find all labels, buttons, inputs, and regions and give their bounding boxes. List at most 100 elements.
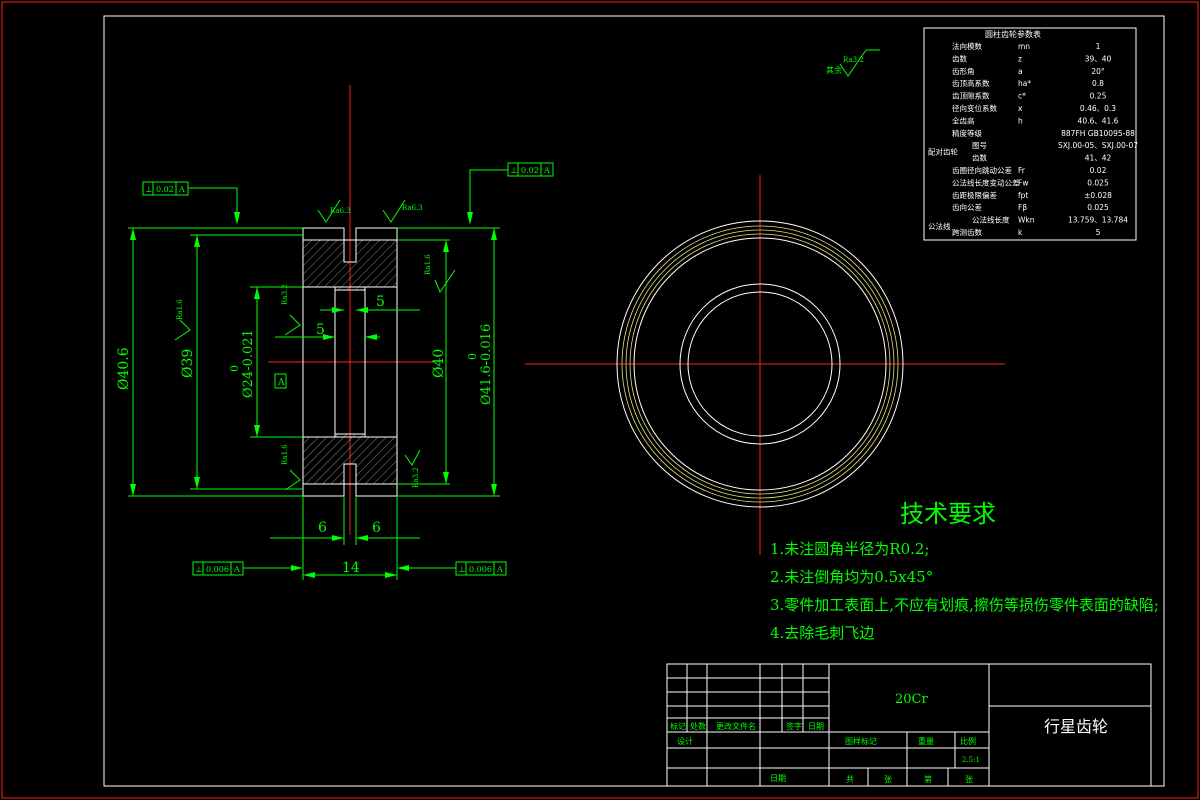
svg-text:z: z [1018, 54, 1022, 63]
svg-text:0.025: 0.025 [1087, 178, 1109, 187]
param-row: 精度等级 887FH GB10095-88 [952, 128, 1135, 138]
svg-text:A: A [178, 185, 185, 194]
svg-text:h: h [1018, 116, 1023, 125]
svg-text:A: A [496, 565, 503, 574]
dim-d41-6: Ø41.6-0.016 [479, 324, 494, 405]
svg-text:0.006: 0.006 [469, 565, 492, 574]
svg-text:签字: 签字 [786, 721, 802, 731]
svg-text:全齿高: 全齿高 [952, 115, 975, 125]
svg-text:共: 共 [846, 775, 854, 784]
svg-text:齿向公差: 齿向公差 [952, 202, 982, 212]
cad-drawing: Ø40.6 Ø39 Ø24-0.021 0 A Ø40 Ø41.6-0.016 [1, 1, 1199, 799]
svg-text:0.46、0.3: 0.46、0.3 [1080, 104, 1116, 113]
param-row: 齿形角 a 20° [952, 66, 1105, 76]
svg-text:圆柱齿轮参数表: 圆柱齿轮参数表 [985, 29, 1041, 39]
param-row: 齿圈径向跳动公差 Fr 0.02 [952, 165, 1107, 175]
dim-width-5a: 5 [316, 322, 325, 338]
svg-text:Ra1.6: Ra1.6 [281, 444, 289, 465]
roughness-note: Ra3.2 其余 [826, 49, 880, 77]
svg-text:齿圈径向跳动公差: 齿圈径向跳动公差 [952, 165, 1012, 175]
tol-frame-bottom-right: ⊥ 0.006 A [397, 561, 507, 576]
svg-text:Ra3.2: Ra3.2 [281, 284, 289, 305]
svg-text:日期: 日期 [808, 722, 824, 731]
svg-text:Ra1.6: Ra1.6 [424, 254, 432, 275]
svg-text:公法线长度变动公差: 公法线长度变动公差 [952, 177, 1020, 187]
param-row: 齿数 z 39、40 [952, 53, 1112, 63]
svg-text:齿顶高系数: 齿顶高系数 [952, 78, 990, 88]
param-row: 径向变位系数 x 0.46、0.3 [952, 103, 1116, 113]
svg-text:41、42: 41、42 [1085, 154, 1112, 163]
svg-text:fpt: fpt [1018, 191, 1028, 200]
tech-requirements: 技术要求 1.未注圆角半径为R0.2; 2.未注倒角均为0.5x45° 3.零件… [770, 500, 1159, 642]
tech-item-4: 4.去除毛刺飞边 [770, 624, 874, 642]
dim-d41-6-sup: 0 [466, 353, 479, 360]
svg-text:39、40: 39、40 [1085, 54, 1112, 63]
svg-text:齿顶隙系数: 齿顶隙系数 [952, 91, 990, 101]
svg-text:Ra6.3: Ra6.3 [402, 204, 423, 212]
dim-d39: Ø39 [180, 349, 196, 378]
svg-text:齿距极限偏差: 齿距极限偏差 [952, 190, 997, 200]
svg-text:0.25: 0.25 [1090, 92, 1107, 101]
tol-frame-top-right: ⊥ 0.02 A [467, 162, 554, 225]
svg-text:k: k [1018, 228, 1023, 237]
svg-text:0.025: 0.025 [1087, 203, 1109, 212]
svg-text:第: 第 [924, 774, 932, 784]
svg-text:标记: 标记 [670, 721, 686, 731]
svg-text:c*: c* [1018, 92, 1026, 101]
svg-text:日期: 日期 [770, 774, 786, 783]
param-row: 公法线长度 Wkn 13.759、13.784 [972, 215, 1128, 225]
svg-text:精度等级: 精度等级 [952, 128, 982, 138]
svg-text:⊥: ⊥ [145, 185, 153, 194]
svg-text:0.02: 0.02 [521, 166, 539, 175]
svg-text:⊥: ⊥ [458, 565, 466, 574]
svg-text:1: 1 [1096, 42, 1101, 51]
svg-text:法向模数: 法向模数 [952, 41, 982, 51]
dim-width-5b: 5 [376, 294, 385, 310]
param-row: 齿向公差 Fβ 0.025 [952, 202, 1109, 212]
svg-text:Wkn: Wkn [1018, 216, 1035, 225]
param-row: 法向模数 mn 1 [952, 41, 1101, 51]
param-row: 齿顶高系数 ha* 0.8 [952, 78, 1104, 88]
svg-text:Ra3.2: Ra3.2 [412, 467, 420, 488]
svg-text:比例: 比例 [960, 736, 976, 746]
dim-d24: Ø24-0.021 [241, 329, 256, 398]
param-row: 图号 SXJ.00-05、SXJ.00-07 [972, 141, 1138, 150]
svg-text:A: A [233, 565, 240, 574]
svg-text:张: 张 [965, 775, 973, 784]
svg-text:20°: 20° [1091, 67, 1105, 76]
param-row: 齿顶隙系数 c* 0.25 [952, 91, 1107, 101]
svg-text:重量: 重量 [918, 736, 934, 746]
svg-text:2.5:1: 2.5:1 [962, 756, 980, 764]
dim-d24-sup: 0 [228, 365, 241, 372]
front-view [525, 175, 1005, 555]
svg-text:0.006: 0.006 [206, 565, 229, 574]
mating-gear-label: 配对齿轮 [928, 146, 958, 156]
dim-d40-6: Ø40.6 [116, 347, 132, 390]
param-row: 全齿高 h 40.6、41.6 [952, 115, 1119, 125]
param-row: 齿数 41、42 [972, 153, 1112, 163]
dim-width-6a: 6 [318, 520, 327, 536]
svg-text:40.6、41.6: 40.6、41.6 [1078, 116, 1119, 125]
svg-text:齿数: 齿数 [952, 53, 967, 63]
dim-width-6b: 6 [372, 520, 381, 536]
svg-text:设计: 设计 [677, 736, 693, 746]
svg-text:ha*: ha* [1018, 79, 1031, 88]
svg-text:张: 张 [884, 775, 892, 784]
title-block: 标记 处数 更改文件名 签字 日期 设计 日期 20Cr 行星齿轮 图样标记 重… [666, 663, 1152, 787]
param-row: 齿距极限偏差 fpt ±0.028 [952, 190, 1112, 200]
svg-text:0.8: 0.8 [1092, 79, 1104, 88]
svg-text:齿数: 齿数 [972, 153, 987, 163]
svg-text:图样标记: 图样标记 [845, 736, 877, 746]
svg-text:齿形角: 齿形角 [952, 66, 975, 76]
svg-text:跨测齿数: 跨测齿数 [952, 227, 982, 237]
datum-a: A [277, 378, 285, 388]
svg-text:SXJ.00-05、SXJ.00-07: SXJ.00-05、SXJ.00-07 [1058, 141, 1138, 150]
svg-text:a: a [1018, 67, 1023, 76]
svg-text:A: A [543, 166, 550, 175]
svg-text:Fr: Fr [1018, 166, 1026, 175]
svg-text:0.02: 0.02 [156, 185, 174, 194]
tech-item-2: 2.未注倒角均为0.5x45° [770, 568, 933, 586]
tol-frame-bottom-left: ⊥ 0.006 A [192, 561, 303, 576]
param-row: 跨测齿数 k 5 [952, 227, 1101, 237]
svg-text:x: x [1018, 104, 1023, 113]
